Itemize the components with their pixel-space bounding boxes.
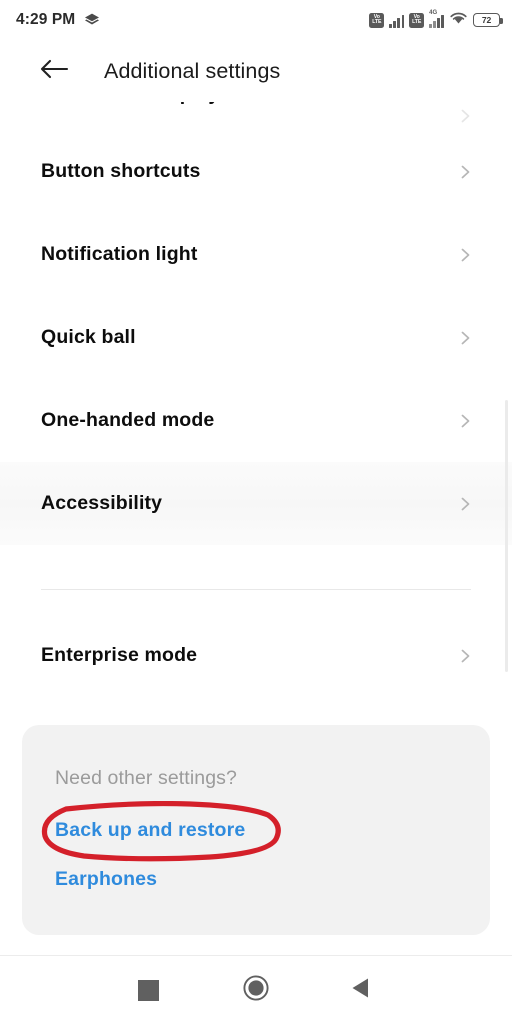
layers-icon [84, 13, 100, 27]
phone-screen: 4:29 PM Vo LTE Vo LTE 4G 72 Additional s… [0, 0, 512, 1024]
settings-row-button-shortcuts[interactable]: Button shortcuts [0, 130, 512, 213]
system-navigation-bar [0, 956, 512, 1024]
card-link-row-earphones: Earphones [55, 868, 490, 891]
status-bar-right: Vo LTE Vo LTE 4G 72 [369, 10, 503, 30]
chevron-right-icon [459, 414, 472, 427]
status-bar-clock: 4:29 PM [16, 11, 76, 28]
nav-back-button[interactable] [333, 963, 387, 1017]
battery-level-label: 72 [481, 15, 492, 25]
back-arrow-icon [39, 58, 69, 85]
card-heading: Need other settings? [55, 767, 237, 789]
card-link-row-backup: Back up and restore [55, 819, 490, 842]
settings-row-enterprise-mode[interactable]: Enterprise mode [0, 614, 512, 697]
chevron-right-icon [459, 165, 472, 178]
vertical-scrollbar[interactable] [505, 400, 508, 672]
settings-row-full-screen-display[interactable]: Full screen display [0, 102, 512, 130]
nav-recents-button[interactable] [121, 963, 175, 1017]
volte-sim1-icon: Vo LTE [369, 12, 385, 28]
need-other-settings-card: Need other settings? Back up and restore… [22, 725, 490, 935]
chevron-right-icon [459, 497, 472, 510]
settings-row-label: Enterprise mode [41, 644, 198, 666]
network-type-label: 4G [429, 10, 438, 16]
list-section-spacer [0, 545, 512, 589]
nav-home-button[interactable] [229, 963, 283, 1017]
link-back-up-and-restore[interactable]: Back up and restore [55, 819, 245, 842]
settings-row-accessibility[interactable]: Accessibility [0, 462, 512, 545]
triangle-back-icon [351, 977, 370, 1004]
settings-row-label: Button shortcuts [41, 160, 201, 182]
battery-icon: 72 [473, 13, 503, 27]
chevron-right-icon [459, 649, 472, 662]
settings-row-label: Accessibility [41, 492, 163, 514]
network-type-4g-icon: 4G [429, 10, 444, 28]
square-recents-icon [137, 979, 159, 1001]
settings-row-label: Notification light [41, 243, 198, 265]
chevron-right-icon [459, 109, 472, 123]
settings-row-quick-ball[interactable]: Quick ball [0, 296, 512, 379]
settings-row-one-handed-mode[interactable]: One-handed mode [0, 379, 512, 462]
list-section-spacer-2 [0, 590, 512, 614]
circle-home-icon [243, 974, 269, 1006]
app-header: Additional settings [0, 40, 512, 102]
status-bar-left: 4:29 PM [16, 11, 100, 29]
signal-bars-sim1-icon [389, 13, 405, 28]
status-bar: 4:29 PM Vo LTE Vo LTE 4G 72 [0, 0, 512, 40]
wifi-icon [449, 10, 468, 30]
volte-sim2-icon: Vo LTE [409, 12, 425, 28]
settings-row-notification-light[interactable]: Notification light [0, 213, 512, 296]
page-title: Additional settings [104, 58, 281, 83]
settings-row-label: One-handed mode [41, 409, 215, 431]
settings-row-label: Quick ball [41, 326, 136, 348]
chevron-right-icon [459, 331, 472, 344]
link-earphones[interactable]: Earphones [55, 868, 157, 891]
settings-list[interactable]: Full screen display Button shortcuts Not… [0, 102, 512, 716]
settings-row-label: Full screen display [41, 102, 219, 106]
back-button[interactable] [26, 43, 82, 99]
chevron-right-icon [459, 248, 472, 261]
